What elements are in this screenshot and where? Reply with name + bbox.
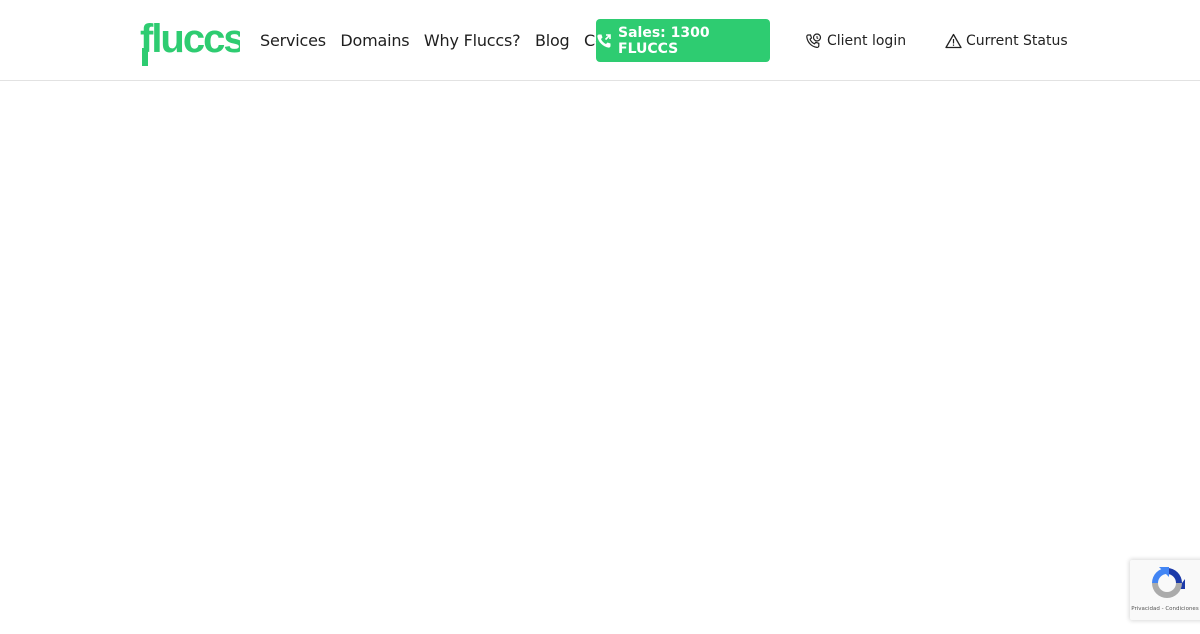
phone-call-icon <box>596 33 612 49</box>
sales-phone-label: Sales: 1300 FLUCCS <box>618 24 710 57</box>
nav-domains[interactable]: Domains <box>340 31 409 50</box>
nav-services[interactable]: Services <box>260 31 326 50</box>
main-nav: Services Domains Why Fluccs? Blog Contac… <box>260 0 596 80</box>
fluccs-logo[interactable]: fluccs <box>140 12 240 68</box>
svg-text:fluccs: fluccs <box>140 17 240 61</box>
phone-support-icon <box>805 32 823 50</box>
site-header: fluccs Services Domains Why Fluccs? Blog… <box>0 0 1200 81</box>
client-login-label: Client login <box>827 33 907 49</box>
fluccs-logo-icon: fluccs <box>140 17 240 66</box>
nav-blog[interactable]: Blog <box>535 31 570 50</box>
current-status-label: Current Status <box>966 33 1068 49</box>
sales-phone-button[interactable]: Sales: 1300 FLUCCS <box>596 19 770 62</box>
recaptcha-icon <box>1152 567 1185 598</box>
nav-contact[interactable]: Contact <box>584 31 596 50</box>
warning-triangle-icon <box>945 33 962 49</box>
recaptcha-badge[interactable]: Privacidad - Condiciones <box>1130 560 1200 620</box>
recaptcha-terms-link[interactable]: Privacidad - Condiciones <box>1130 606 1200 612</box>
nav-why-fluccs[interactable]: Why Fluccs? <box>424 31 521 50</box>
client-login-link[interactable]: Client login <box>805 30 906 52</box>
current-status-link[interactable]: Current Status <box>945 30 1068 52</box>
